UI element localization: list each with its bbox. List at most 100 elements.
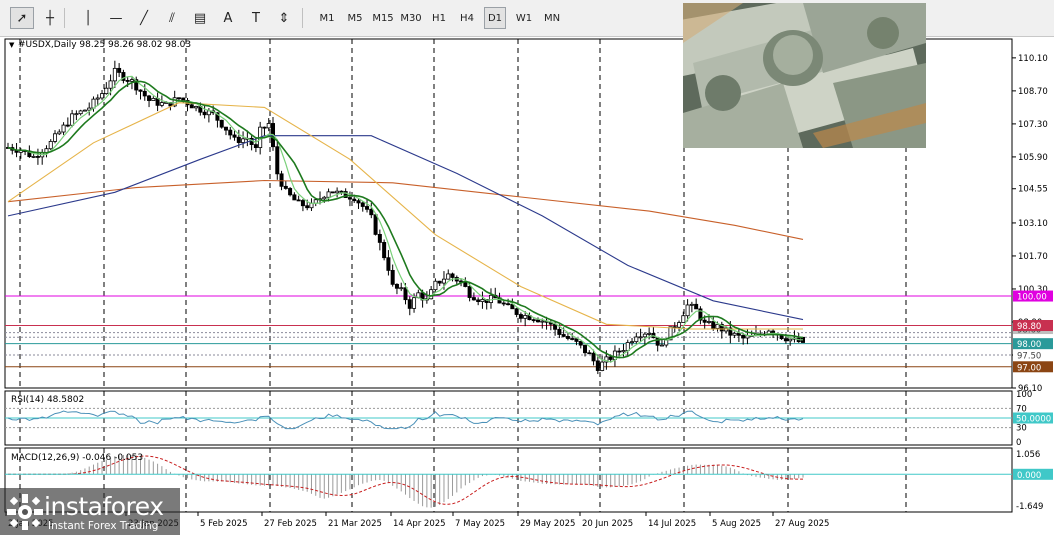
candle-body (433, 280, 438, 291)
y-tick-label: 110.10 (1018, 54, 1048, 64)
candle-body (91, 98, 96, 109)
candle-body (125, 80, 130, 82)
candle-body (335, 190, 340, 194)
candle-body (228, 129, 233, 136)
candle-body (412, 297, 417, 309)
level-price-label: 100.00 (1017, 293, 1047, 303)
candle-body (382, 242, 387, 259)
candle-body (630, 341, 635, 344)
candle-body (70, 113, 75, 126)
candle-body (634, 336, 639, 343)
candle-body (206, 110, 211, 116)
candle-body (365, 206, 370, 210)
candle-body (689, 303, 694, 306)
instaforex-logo-icon (7, 494, 43, 530)
rsi-tick-label: 0 (1016, 438, 1021, 448)
candle-body (138, 89, 143, 92)
candle-body (369, 208, 374, 216)
candle-body (189, 104, 194, 109)
candle-body (347, 197, 352, 200)
candle-body (390, 269, 395, 285)
candle-body (501, 302, 506, 305)
rsi-tick-label: 30 (1016, 424, 1027, 434)
candle-body (583, 344, 588, 354)
y-tick-label: 108.70 (1018, 87, 1048, 97)
candle-body (147, 95, 152, 101)
candle-body (360, 202, 365, 207)
candle-body (506, 303, 511, 306)
symbol-header: #USDX,Daily 98.25 98.26 98.02 98.03 (18, 40, 191, 50)
candle-body (283, 185, 288, 189)
candle-body (488, 294, 493, 303)
candle-body (518, 314, 523, 319)
candle-body (647, 333, 652, 335)
candle-body (788, 338, 793, 342)
level-price-label: 98.00 (1017, 340, 1041, 350)
candle-body (142, 90, 147, 97)
x-tick-label: 5 Aug 2025 (712, 519, 761, 529)
candle-body (275, 146, 280, 175)
candle-body (262, 126, 267, 129)
candle-body (386, 257, 391, 271)
candle-body (112, 67, 117, 82)
candle-body (642, 333, 647, 338)
candle-body (53, 133, 58, 142)
candle-body (356, 200, 361, 204)
candle-body (202, 111, 207, 116)
candle-body (61, 124, 66, 133)
macd-tick-label: -1.649 (1016, 502, 1043, 512)
candle-body (296, 199, 301, 202)
rsi-header: RSI(14) 48.5802 (11, 395, 84, 405)
candle-body (78, 110, 83, 115)
candle-body (561, 334, 566, 337)
watermark-tagline: Instant Forex Trading (48, 520, 159, 532)
x-tick-label: 27 Aug 2025 (775, 519, 829, 529)
candle-body (330, 191, 335, 194)
candle-body (523, 315, 528, 319)
candle-body (35, 156, 40, 158)
macd-header: MACD(12,26,9) -0.046 -0.053 (11, 453, 143, 463)
candle-body (625, 342, 630, 351)
candle-body (595, 360, 600, 371)
candle-body (437, 280, 442, 284)
candle-body (394, 283, 399, 289)
candle-body (322, 196, 327, 200)
candle-body (514, 308, 519, 315)
candle-body (715, 323, 720, 329)
level-price-label: 97.00 (1017, 363, 1041, 373)
watermark-brand: instaforex (44, 492, 164, 521)
candle-body (339, 190, 344, 193)
candle-body (232, 134, 237, 138)
x-tick-label: 29 May 2025 (520, 519, 575, 529)
candle-body (300, 200, 305, 207)
candle-body (194, 106, 199, 109)
candle-body (476, 299, 481, 302)
candle-body (540, 320, 545, 323)
candle-body (407, 299, 412, 309)
macd-tick-label: 1.056 (1016, 450, 1040, 460)
candle-body (65, 124, 70, 127)
candle-body (450, 273, 455, 278)
candle-body (741, 334, 746, 339)
candle-body (74, 113, 79, 116)
candle-body (446, 273, 451, 280)
candle-body (82, 109, 87, 112)
candle-body (578, 341, 583, 346)
y-tick-label: 105.90 (1018, 153, 1048, 163)
candle-body (480, 299, 485, 302)
candle-body (702, 319, 707, 323)
rsi-tick-label: 100 (1016, 390, 1032, 400)
x-tick-label: 14 Jul 2025 (648, 519, 696, 529)
rsi-level-label: 50.0000 (1016, 415, 1051, 425)
candle-body (536, 319, 541, 323)
candle-body (600, 361, 605, 371)
candle-body (373, 214, 378, 235)
macd-zero-label: 0.000 (1017, 471, 1041, 481)
candle-body (685, 304, 690, 317)
candle-body (377, 234, 382, 243)
candle-body (557, 328, 562, 335)
candle-body (181, 97, 186, 101)
candle-body (638, 336, 643, 339)
candle-body (279, 173, 284, 187)
candle-body (100, 93, 105, 99)
